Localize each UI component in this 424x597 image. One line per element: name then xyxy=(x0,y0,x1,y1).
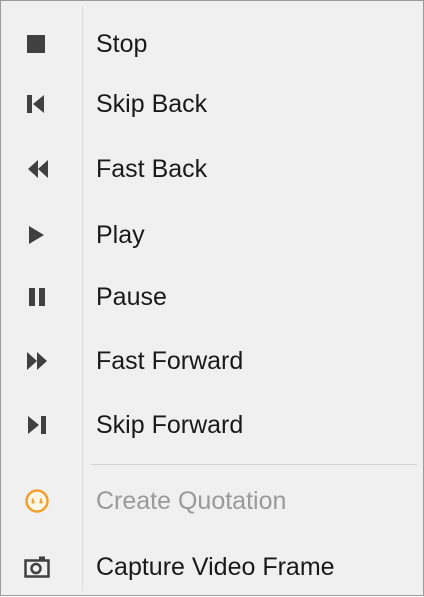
menu-item-label: Pause xyxy=(96,283,167,311)
menu-item-label: Capture Video Frame xyxy=(96,553,335,581)
context-menu: Stop Skip Back Fast Back Play Pause Fast… xyxy=(0,0,424,596)
menu-item-label: Skip Back xyxy=(96,90,208,118)
menu-item-label: Fast Back xyxy=(96,155,208,183)
menu-item-label: Stop xyxy=(96,30,148,58)
menu-item-create-quotation[interactable]: Create Quotation xyxy=(3,471,421,531)
menu-item-label: Create Quotation xyxy=(96,487,287,515)
menu-item-skip-forward[interactable]: Skip Forward xyxy=(3,395,421,455)
menu-item-skip-back[interactable]: Skip Back xyxy=(3,74,421,134)
fast-forward-icon xyxy=(23,347,51,375)
menu-item-fast-forward[interactable]: Fast Forward xyxy=(3,331,421,391)
camera-icon xyxy=(23,553,51,581)
fast-back-icon xyxy=(23,155,51,183)
menu-item-stop[interactable]: Stop xyxy=(3,14,421,74)
menu-item-play[interactable]: Play xyxy=(3,205,421,265)
skip-back-icon xyxy=(23,90,51,118)
menu-item-label: Play xyxy=(96,221,145,249)
menu-item-fast-back[interactable]: Fast Back xyxy=(3,139,421,199)
skip-forward-icon xyxy=(23,411,51,439)
menu-item-label: Skip Forward xyxy=(96,411,244,439)
quotation-icon xyxy=(23,487,51,515)
menu-item-label: Fast Forward xyxy=(96,347,244,375)
menu-item-pause[interactable]: Pause xyxy=(3,267,421,327)
menu-separator xyxy=(91,464,417,465)
stop-icon xyxy=(23,30,51,58)
play-icon xyxy=(23,221,51,249)
menu-item-capture-video-frame[interactable]: Capture Video Frame xyxy=(3,537,421,597)
pause-icon xyxy=(23,283,51,311)
